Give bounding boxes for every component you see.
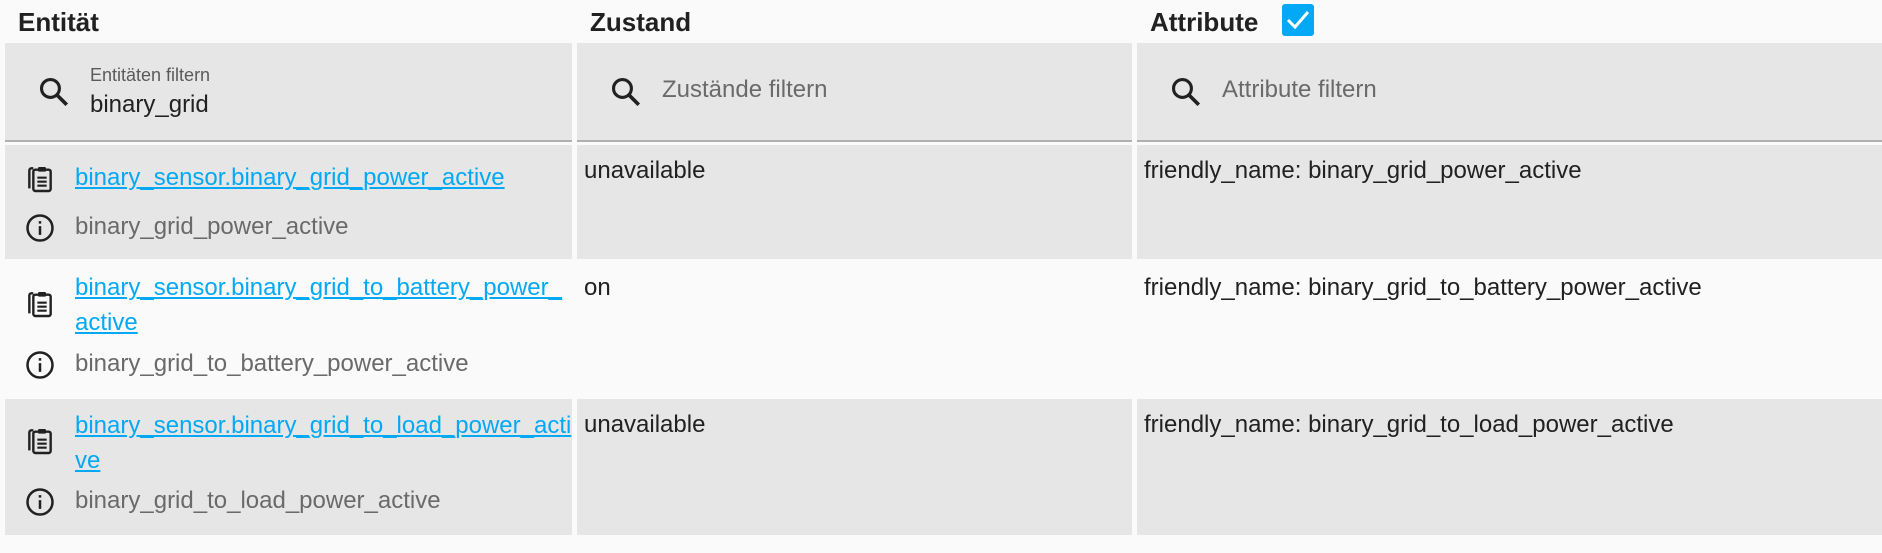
table-row-entity-cell: binary_sensor.binary_grid_power_active b… (5, 145, 572, 259)
search-icon (1171, 77, 1201, 107)
attributes-filter[interactable] (1137, 43, 1882, 142)
entity-link[interactable]: binary_sensor.binary_grid_to_load_power_… (75, 408, 575, 478)
entity-filter[interactable]: Entitäten filtern (5, 43, 572, 142)
attributes-checkbox[interactable] (1282, 4, 1314, 36)
table-row-entity-cell: binary_sensor.binary_grid_to_load_power_… (5, 399, 572, 535)
table-row-state-cell: unavailable (577, 399, 1132, 535)
state-value: unavailable (584, 411, 706, 438)
table-row-entity-cell: binary_sensor.binary_grid_to_battery_pow… (5, 259, 572, 399)
search-icon (39, 77, 69, 107)
state-value: unavailable (584, 157, 706, 184)
entity-link[interactable]: binary_sensor.binary_grid_power_active (75, 160, 575, 195)
table-row-attributes-cell: friendly_name: binary_grid_power_active (1137, 145, 1882, 259)
table-row-attributes-cell: friendly_name: binary_grid_to_load_power… (1137, 399, 1882, 535)
attributes-filter-input[interactable] (1222, 76, 1662, 104)
clipboard-icon[interactable] (24, 162, 56, 196)
table-row-attributes-cell: friendly_name: binary_grid_to_battery_po… (1137, 259, 1882, 399)
state-filter-input[interactable] (662, 76, 1102, 104)
attributes-value: friendly_name: binary_grid_power_active (1144, 157, 1582, 184)
table-row-state-cell: on (577, 259, 1132, 399)
checkmark-icon (1286, 11, 1310, 30)
info-icon[interactable] (25, 213, 55, 243)
table-header: Entität Zustand Attribute (0, 0, 1882, 44)
entity-filter-input[interactable] (90, 91, 530, 119)
entity-filter-label: Entitäten filtern (90, 65, 211, 85)
friendly-name: binary_grid_power_active (75, 213, 349, 240)
state-value: on (584, 274, 611, 301)
table-row-state-cell: unavailable (577, 145, 1132, 259)
info-icon[interactable] (25, 487, 55, 517)
attributes-value: friendly_name: binary_grid_to_load_power… (1144, 411, 1674, 438)
clipboard-icon[interactable] (24, 287, 56, 321)
info-icon[interactable] (25, 350, 55, 380)
attributes-column-header: Attribute (1150, 7, 1259, 37)
state-column-header: Zustand (590, 7, 692, 37)
attributes-value: friendly_name: binary_grid_to_battery_po… (1144, 274, 1702, 301)
search-icon (611, 77, 641, 107)
friendly-name: binary_grid_to_battery_power_active (75, 350, 469, 377)
entity-link[interactable]: binary_sensor.binary_grid_to_battery_pow… (75, 270, 575, 340)
developer-tools-states: Entität Zustand Attribute Entitäten filt… (0, 0, 1882, 553)
entity-column-header: Entität (18, 7, 99, 37)
friendly-name: binary_grid_to_load_power_active (75, 487, 441, 514)
clipboard-icon[interactable] (24, 424, 56, 458)
state-filter[interactable] (577, 43, 1132, 142)
